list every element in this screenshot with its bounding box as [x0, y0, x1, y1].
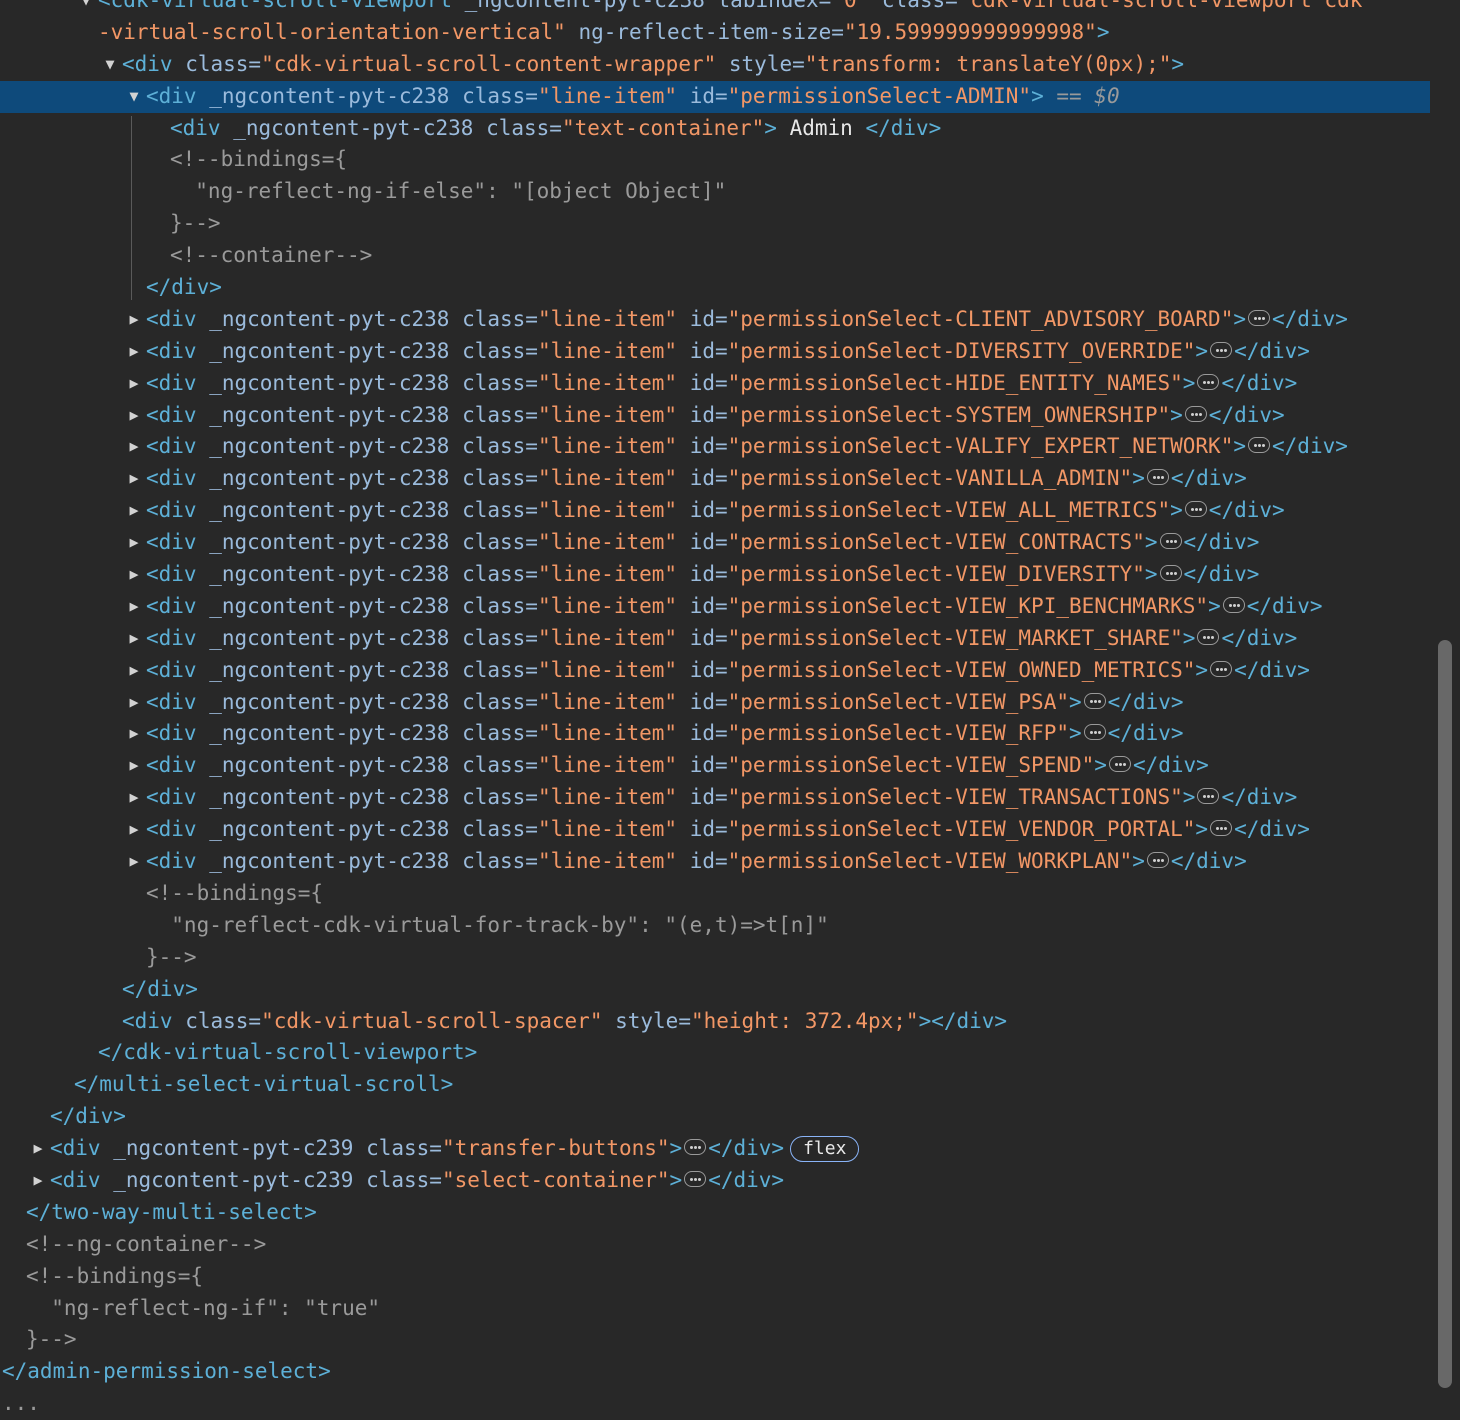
node-viewport-open-continued[interactable]: -virtual-scroll-orientation-vertical" ng…	[0, 17, 1430, 49]
comment-bindings-line[interactable]: "ng-reflect-ng-if": "true"	[0, 1293, 1430, 1325]
node-content-wrapper[interactable]: ▼ <div class="cdk-virtual-scroll-content…	[0, 49, 1430, 81]
expanded-triangle-icon[interactable]: ▼	[79, 0, 93, 17]
collapsed-triangle-icon[interactable]: ▶	[127, 750, 141, 782]
selected-node-guide-line	[131, 116, 132, 300]
ellipsis-expand-icon[interactable]	[1146, 469, 1169, 486]
comment-bindings-line[interactable]: <!--bindings={	[0, 878, 1430, 910]
ellipsis-expand-icon[interactable]	[1184, 405, 1207, 422]
node-select-container[interactable]: ▶ <div _ngcontent-pyt-c239 class="select…	[0, 1165, 1430, 1197]
node-line-item[interactable]: ▶ <div _ngcontent-pyt-c238 class="line-it…	[0, 368, 1430, 400]
ellipsis-expand-icon[interactable]	[1159, 533, 1182, 550]
scrollbar-thumb[interactable]	[1438, 640, 1452, 1388]
comment-bindings-line[interactable]: }-->	[0, 942, 1430, 974]
comment-bindings-line[interactable]: "ng-reflect-cdk-virtual-for-track-by": "…	[0, 910, 1430, 942]
ellipsis-expand-icon[interactable]	[1210, 660, 1233, 677]
ellipsis-expand-icon[interactable]	[1222, 596, 1245, 613]
collapsed-triangle-icon[interactable]: ▶	[127, 782, 141, 814]
vertical-scrollbar[interactable]	[1430, 0, 1460, 1388]
expanded-triangle-icon[interactable]: ▼	[127, 81, 141, 113]
ellipsis-expand-icon[interactable]	[1159, 565, 1182, 582]
node-line-item[interactable]: ▶ <div _ngcontent-pyt-c238 class="line-it…	[0, 846, 1430, 878]
ellipsis-expand-icon[interactable]	[1108, 756, 1131, 773]
collapsed-triangle-icon[interactable]: ▶	[127, 495, 141, 527]
comment-bindings-line[interactable]: "ng-reflect-ng-if-else": "[object Object…	[0, 176, 1430, 208]
node-line-item[interactable]: ▶ <div _ngcontent-pyt-c238 class="line-it…	[0, 304, 1430, 336]
node-close-viewport[interactable]: </cdk-virtual-scroll-viewport>	[0, 1037, 1430, 1069]
ellipsis-expand-icon[interactable]	[1197, 628, 1220, 645]
collapsed-triangle-icon[interactable]: ▶	[127, 814, 141, 846]
comment-bindings-line[interactable]: <!--bindings={	[0, 1261, 1430, 1293]
trailing-ellipsis[interactable]: ...	[0, 1388, 1430, 1420]
node-close-two-way-multi-select[interactable]: </two-way-multi-select>	[0, 1197, 1430, 1229]
ellipsis-expand-icon[interactable]	[1210, 341, 1233, 358]
node-scroll-spacer[interactable]: <div class="cdk-virtual-scroll-spacer" s…	[0, 1006, 1430, 1038]
ellipsis-expand-icon[interactable]	[1197, 788, 1220, 805]
node-line-item[interactable]: ▶ <div _ngcontent-pyt-c238 class="line-it…	[0, 782, 1430, 814]
ellipsis-expand-icon[interactable]	[1184, 501, 1207, 518]
node-close-content-wrapper[interactable]: </div>	[0, 974, 1430, 1006]
collapsed-triangle-icon[interactable]: ▶	[127, 431, 141, 463]
node-line-item[interactable]: ▶ <div _ngcontent-pyt-c238 class="line-it…	[0, 463, 1430, 495]
collapsed-triangle-icon[interactable]: ▶	[127, 527, 141, 559]
ellipsis-expand-icon[interactable]	[1197, 373, 1220, 390]
flex-badge[interactable]: flex	[790, 1136, 860, 1163]
comment-bindings-line[interactable]: }-->	[0, 1324, 1430, 1356]
ellipsis-expand-icon[interactable]	[1083, 692, 1106, 709]
ellipsis-expand-icon[interactable]	[1248, 309, 1271, 326]
node-line-item[interactable]: ▶ <div _ngcontent-pyt-c238 class="line-it…	[0, 336, 1430, 368]
collapsed-triangle-icon[interactable]: ▶	[127, 400, 141, 432]
node-line-item[interactable]: ▶ <div _ngcontent-pyt-c238 class="line-it…	[0, 591, 1430, 623]
ellipsis-expand-icon[interactable]	[684, 1139, 707, 1156]
collapsed-triangle-icon[interactable]: ▶	[127, 623, 141, 655]
node-line-item-admin-selected[interactable]: ▼ <div _ngcontent-pyt-c238 class="line-i…	[0, 80, 1430, 113]
collapsed-triangle-icon[interactable]: ▶	[31, 1165, 45, 1197]
ellipsis-expand-icon[interactable]	[684, 1170, 707, 1187]
node-text-container[interactable]: <div _ngcontent-pyt-c238 class="text-con…	[0, 113, 1430, 145]
node-close-multi-select-virtual-scroll[interactable]: </multi-select-virtual-scroll>	[0, 1069, 1430, 1101]
collapsed-triangle-icon[interactable]: ▶	[127, 368, 141, 400]
collapsed-triangle-icon[interactable]: ▶	[127, 559, 141, 591]
node-line-item[interactable]: ▶ <div _ngcontent-pyt-c238 class="line-it…	[0, 559, 1430, 591]
ellipsis-expand-icon[interactable]	[1146, 852, 1169, 869]
collapsed-triangle-icon[interactable]: ▶	[127, 846, 141, 878]
collapsed-triangle-icon[interactable]: ▶	[127, 591, 141, 623]
node-close-line-item[interactable]: </div>	[0, 272, 1430, 304]
comment-bindings-line[interactable]: <!--bindings={	[0, 144, 1430, 176]
node-line-item[interactable]: ▶ <div _ngcontent-pyt-c238 class="line-it…	[0, 623, 1430, 655]
comment-ng-container[interactable]: <!--ng-container-->	[0, 1229, 1430, 1261]
collapsed-triangle-icon[interactable]: ▶	[127, 304, 141, 336]
node-line-item[interactable]: ▶ <div _ngcontent-pyt-c238 class="line-it…	[0, 431, 1430, 463]
elements-dom-tree: ▼ <cdk-virtual-scroll-viewport _ngconten…	[0, 0, 1430, 1420]
collapsed-triangle-icon[interactable]: ▶	[127, 336, 141, 368]
node-line-item[interactable]: ▶ <div _ngcontent-pyt-c238 class="line-it…	[0, 718, 1430, 750]
node-viewport-open[interactable]: ▼ <cdk-virtual-scroll-viewport _ngconten…	[0, 0, 1430, 17]
expanded-triangle-icon[interactable]: ▼	[103, 49, 117, 81]
comment-container[interactable]: <!--container-->	[0, 240, 1430, 272]
node-line-item[interactable]: ▶ <div _ngcontent-pyt-c238 class="line-it…	[0, 495, 1430, 527]
node-line-item[interactable]: ▶ <div _ngcontent-pyt-c238 class="line-it…	[0, 655, 1430, 687]
node-line-item[interactable]: ▶ <div _ngcontent-pyt-c238 class="line-it…	[0, 687, 1430, 719]
collapsed-triangle-icon[interactable]: ▶	[127, 463, 141, 495]
collapsed-triangle-icon[interactable]: ▶	[127, 655, 141, 687]
node-close-admin-permission-select[interactable]: </admin-permission-select>	[0, 1356, 1430, 1388]
node-transfer-buttons[interactable]: ▶ <div _ngcontent-pyt-c239 class="transf…	[0, 1133, 1430, 1165]
collapsed-triangle-icon[interactable]: ▶	[127, 718, 141, 750]
ellipsis-expand-icon[interactable]	[1210, 820, 1233, 837]
node-close-div[interactable]: </div>	[0, 1101, 1430, 1133]
node-line-item[interactable]: ▶ <div _ngcontent-pyt-c238 class="line-it…	[0, 814, 1430, 846]
ellipsis-expand-icon[interactable]	[1248, 437, 1271, 454]
collapsed-triangle-icon[interactable]: ▶	[31, 1133, 45, 1165]
collapsed-triangle-icon[interactable]: ▶	[127, 687, 141, 719]
node-line-item[interactable]: ▶ <div _ngcontent-pyt-c238 class="line-it…	[0, 527, 1430, 559]
node-line-item[interactable]: ▶ <div _ngcontent-pyt-c238 class="line-it…	[0, 750, 1430, 782]
node-line-item[interactable]: ▶ <div _ngcontent-pyt-c238 class="line-it…	[0, 400, 1430, 432]
ellipsis-expand-icon[interactable]	[1083, 724, 1106, 741]
comment-bindings-line[interactable]: }-->	[0, 208, 1430, 240]
